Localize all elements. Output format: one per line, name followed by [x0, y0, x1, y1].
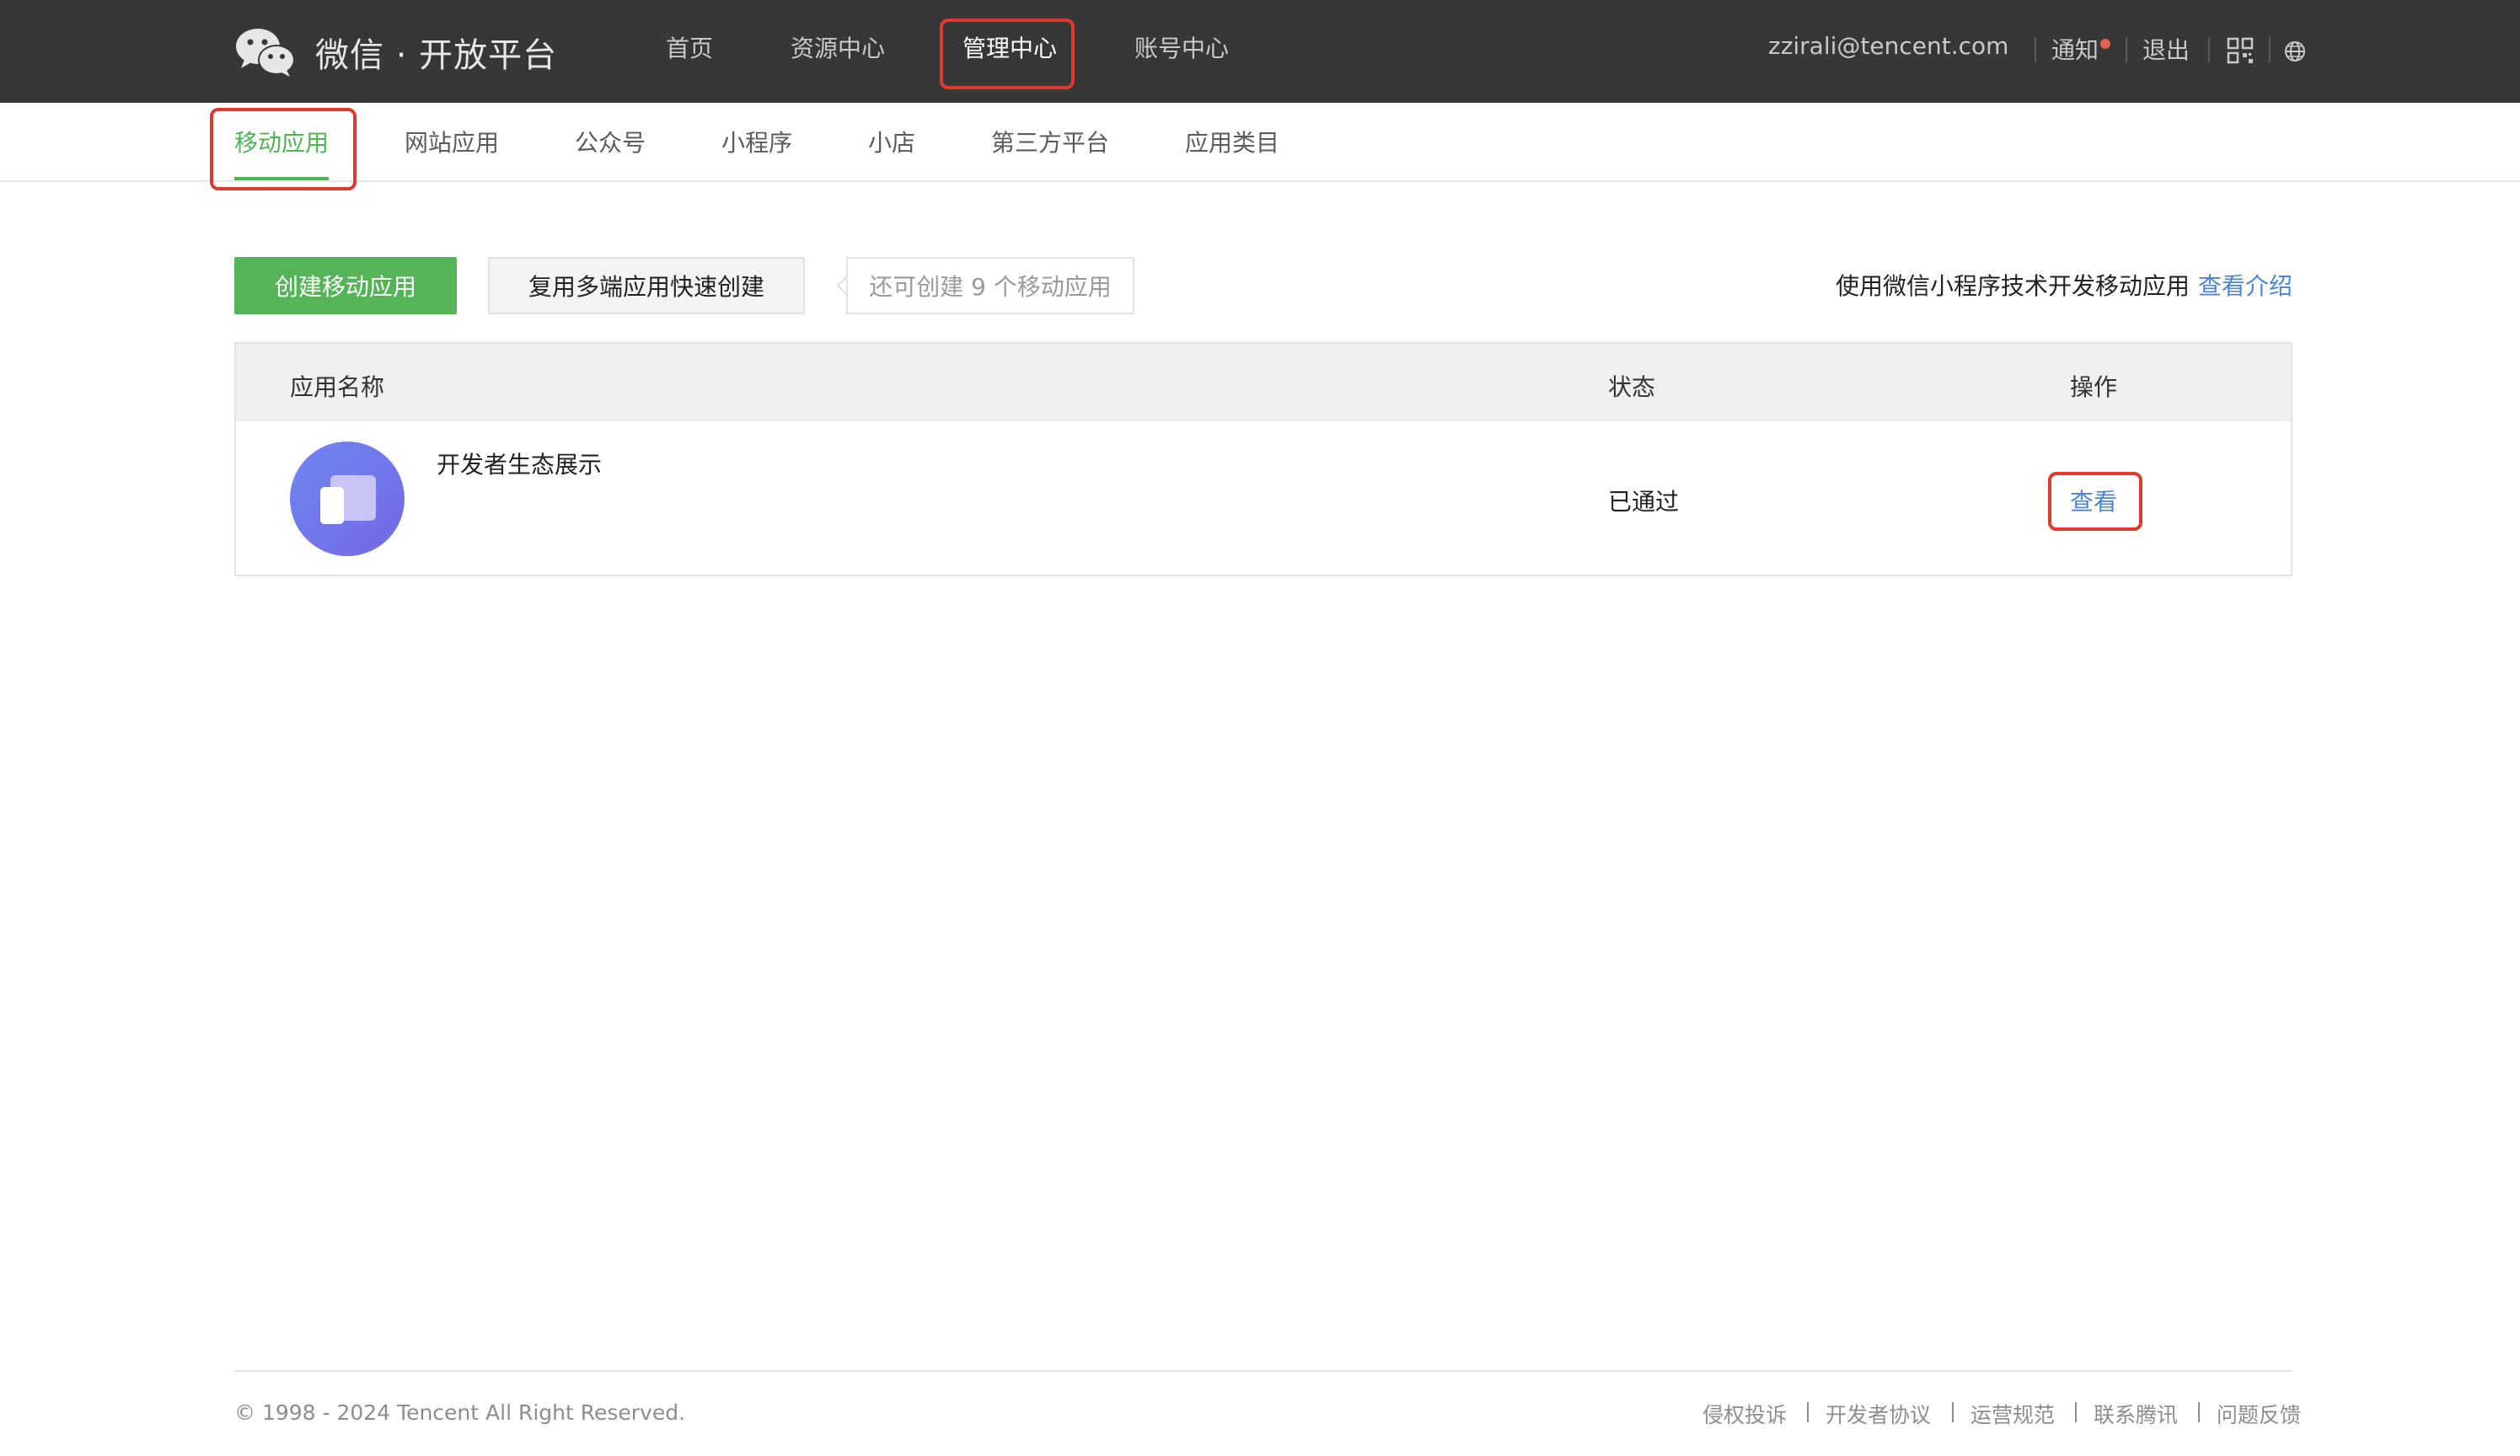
subnav-app-categories[interactable]: 应用类目	[1185, 125, 1279, 158]
brand-title: 微信 · 开放平台	[315, 36, 558, 75]
divider	[2269, 37, 2271, 62]
brand[interactable]: 微信 · 开放平台	[234, 19, 557, 86]
app-icon	[290, 442, 405, 556]
subnav-stores[interactable]: 小店	[868, 125, 915, 158]
subnav-third-party[interactable]: 第三方平台	[991, 125, 1109, 158]
subnav-official-accounts[interactable]: 公众号	[575, 125, 646, 158]
globe-icon[interactable]	[2284, 40, 2306, 66]
nav-account-center[interactable]: 账号中心	[1134, 30, 1229, 64]
footer-link-contact[interactable]: 联系腾讯	[2094, 1399, 2178, 1429]
footer-link-developer-agreement[interactable]: 开发者协议	[1826, 1399, 1931, 1429]
notify-link[interactable]: 通知	[2051, 32, 2099, 66]
column-header-status: 状态	[1608, 373, 1656, 401]
reuse-multi-app-button[interactable]: 复用多端应用快速创建	[488, 257, 805, 314]
logout-link[interactable]: 退出	[2142, 32, 2190, 66]
qrcode-icon[interactable]	[2227, 37, 2254, 67]
highlight-box-mobile-apps	[210, 108, 357, 190]
user-area: zzirali@tencent.com 通知 退出	[1761, 25, 2520, 76]
intro-description: 使用微信小程序技术开发移动应用	[1835, 272, 2190, 300]
copyright: © 1998 - 2024 Tencent All Right Reserved…	[234, 1400, 686, 1425]
divider	[2126, 37, 2127, 62]
column-header-app-name: 应用名称	[290, 373, 385, 401]
app-name[interactable]: 开发者生态展示	[437, 447, 602, 480]
footer-divider	[234, 1370, 2292, 1372]
subnav-website-apps[interactable]: 网站应用	[405, 125, 499, 158]
footer-links: 侵权投诉 开发者协议 运营规范 联系腾讯 问题反馈	[1702, 1399, 2301, 1429]
app-icon-front	[320, 487, 344, 524]
footer-link-operation-rules[interactable]: 运营规范	[1970, 1399, 2055, 1429]
app-status: 已通过	[1608, 488, 1680, 516]
footer-link-feedback[interactable]: 问题反馈	[2217, 1399, 2301, 1429]
divider	[2035, 37, 2036, 62]
nav-resource-center[interactable]: 资源中心	[791, 30, 885, 64]
nav-home[interactable]: 首页	[666, 30, 713, 64]
footer-divider-bar	[2198, 1402, 2200, 1422]
highlight-box-view	[2048, 472, 2142, 531]
column-header-actions: 操作	[2070, 373, 2118, 401]
top-header: 微信 · 开放平台 首页 资源中心 管理中心 账号中心 zzirali@tenc…	[0, 0, 2520, 103]
create-mobile-app-button[interactable]: 创建移动应用	[234, 257, 457, 314]
apps-table: 应用名称 状态 操作 开发者生态展示 已通过 查看	[234, 342, 2292, 576]
intro-text: 使用微信小程序技术开发移动应用 查看介绍	[1836, 268, 2292, 302]
subnav-mini-programs[interactable]: 小程序	[721, 125, 792, 158]
sub-nav: 移动应用 网站应用 公众号 小程序 小店 第三方平台 应用类目	[0, 103, 2520, 182]
highlight-box-management	[940, 19, 1075, 89]
remaining-quota-tip: 还可创建 9 个移动应用	[846, 257, 1134, 314]
view-intro-link[interactable]: 查看介绍	[2198, 272, 2292, 300]
table-header: 应用名称 状态 操作	[236, 344, 2291, 421]
table-row: 开发者生态展示 已通过 查看	[236, 421, 2291, 576]
notify-badge	[2100, 39, 2110, 49]
divider	[2208, 37, 2210, 62]
footer-link-infringement[interactable]: 侵权投诉	[1702, 1399, 1787, 1429]
user-email[interactable]: zzirali@tencent.com	[1768, 32, 2008, 60]
footer-divider-bar	[1952, 1402, 1954, 1422]
wechat-logo-icon	[234, 26, 297, 78]
footer-divider-bar	[1807, 1402, 1809, 1422]
footer-divider-bar	[2075, 1402, 2077, 1422]
